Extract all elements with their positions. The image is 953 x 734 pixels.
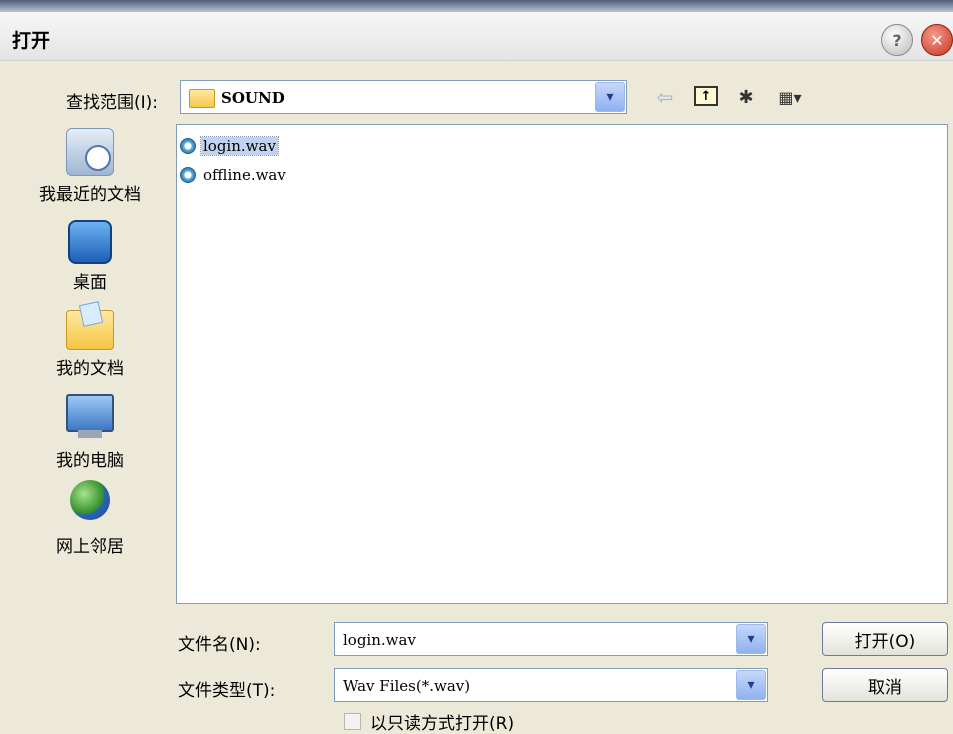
open-button-label: 打开(O): [854, 631, 916, 652]
file-name-combo[interactable]: login.wav ▾: [334, 622, 768, 656]
help-button[interactable]: ?: [881, 24, 913, 56]
place-label: 我的文档: [56, 359, 124, 379]
look-in-dropdown[interactable]: SOUND ▾: [180, 80, 627, 114]
folder-icon: [189, 89, 215, 108]
file-list[interactable]: login.wav offline.wav: [176, 124, 948, 604]
up-folder-icon: ↑: [700, 88, 712, 104]
up-one-level-button[interactable]: ↑: [694, 86, 718, 106]
chevron-down-icon: ▾: [747, 677, 755, 693]
new-folder-icon: ✱: [738, 86, 754, 108]
help-icon: ?: [892, 30, 902, 50]
place-desktop[interactable]: 桌面: [20, 220, 160, 293]
open-button[interactable]: 打开(O): [822, 622, 948, 656]
back-button[interactable]: ⇦: [652, 85, 678, 109]
view-menu-button[interactable]: ▦▾: [770, 86, 810, 108]
chevron-down-icon: ▾: [606, 89, 614, 105]
wav-file-icon: [180, 138, 196, 154]
read-only-label[interactable]: 以只读方式打开(R): [370, 709, 514, 734]
view-menu-icon: ▦▾: [778, 87, 802, 107]
place-label: 我的电脑: [56, 451, 124, 471]
title-bar: 打开: [0, 12, 953, 61]
cancel-button[interactable]: 取消: [822, 668, 948, 702]
wav-file-icon: [180, 167, 196, 183]
look-in-value: SOUND: [221, 89, 285, 107]
file-name: offline.wav: [203, 166, 286, 184]
file-type-label: 文件类型(T):: [178, 681, 276, 701]
place-label: 桌面: [73, 273, 107, 293]
file-item-login[interactable]: login.wav: [180, 135, 279, 157]
place-recent-documents[interactable]: 我最近的文档: [20, 128, 160, 205]
close-icon: ✕: [930, 30, 944, 50]
file-name-dropdown-button[interactable]: ▾: [736, 624, 766, 654]
my-computer-icon: [66, 394, 114, 438]
dialog-title: 打开: [12, 30, 51, 52]
place-label: 网上邻居: [56, 537, 124, 557]
recent-documents-icon: [66, 128, 114, 176]
file-name-input[interactable]: login.wav: [343, 631, 416, 649]
place-my-computer[interactable]: 我的电脑: [20, 394, 160, 471]
file-item-offline[interactable]: offline.wav: [180, 164, 288, 186]
read-only-checkbox[interactable]: [344, 713, 361, 730]
new-folder-button[interactable]: ✱: [730, 86, 762, 108]
look-in-dropdown-button[interactable]: ▾: [595, 82, 625, 112]
look-in-label: 查找范围(I):: [66, 93, 159, 113]
close-button[interactable]: ✕: [921, 24, 953, 56]
my-documents-icon: [66, 310, 114, 350]
place-network[interactable]: 网上邻居: [20, 480, 160, 557]
back-arrow-icon: ⇦: [656, 85, 674, 109]
chevron-down-icon: ▾: [747, 631, 755, 647]
file-type-combo[interactable]: Wav Files(*.wav) ▾: [334, 668, 768, 702]
file-name: login.wav: [200, 136, 279, 156]
cancel-button-label: 取消: [868, 677, 902, 698]
place-my-documents[interactable]: 我的文档: [20, 304, 160, 379]
file-name-label: 文件名(N):: [178, 635, 261, 655]
desktop-icon: [68, 220, 112, 264]
parent-window-strip: [0, 0, 953, 12]
place-label: 我最近的文档: [39, 185, 141, 205]
network-places-icon: [70, 480, 110, 520]
file-type-dropdown-button[interactable]: ▾: [736, 670, 766, 700]
file-type-value: Wav Files(*.wav): [343, 677, 471, 695]
